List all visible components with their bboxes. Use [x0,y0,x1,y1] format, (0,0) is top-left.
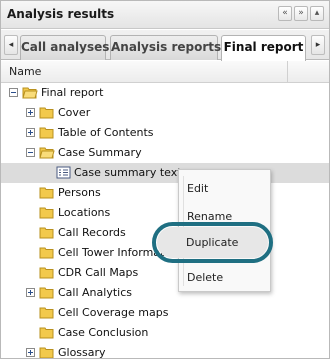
folder-open-icon [39,147,55,159]
tree-item-glossary[interactable]: Glossary [1,343,329,359]
tree-item-final-report[interactable]: Final report [1,83,329,103]
tree-item-label: Glossary [58,346,106,359]
tree-item-cell-coverage-maps[interactable]: Cell Coverage maps [1,303,329,323]
tree-item-locations[interactable]: Locations [1,203,329,223]
collapse-left-button[interactable]: « [278,6,292,21]
folder-icon [39,247,54,259]
tab-label: Analysis reports [111,40,222,54]
tree-item-label: Persons [58,186,101,199]
column-header[interactable]: Name [1,61,329,83]
menu-item-delete[interactable]: Delete [185,267,267,289]
tree-item-label: Table of Contents [58,126,154,139]
panel-header: Analysis results « » ▴ [1,1,329,29]
folder-icon [39,127,54,139]
column-divider[interactable] [287,61,288,83]
tab-strip: ◂ Call analyses Analysis reports Final r… [1,30,329,61]
collapse-icon[interactable] [9,88,18,97]
column-header-name: Name [9,65,42,78]
tree-item-label: Case summary text [74,166,182,179]
tree-item-label: Call Analytics [58,286,132,299]
tab-call-analyses[interactable]: Call analyses [20,35,110,60]
tree-item-case-summary[interactable]: Case Summary [1,143,329,163]
folder-icon [39,207,54,219]
tree-item-label: Call Records [58,226,126,239]
folder-icon [39,187,54,199]
tab-label: Final report [223,40,304,54]
panel-title: Analysis results [7,7,115,21]
tree-item-table-of-contents[interactable]: Table of Contents [1,123,329,143]
folder-icon [39,267,54,279]
expand-icon[interactable] [26,108,35,117]
tree-item-label: Case Summary [58,146,142,159]
collapse-right-button[interactable]: » [294,6,308,21]
tab-final-report[interactable]: Final report [221,35,306,61]
menu-item-label: Edit [187,182,209,195]
tree-item-case-summary-text[interactable]: Case summary text [1,163,329,183]
tree-item-cover[interactable]: Cover [1,103,329,123]
expand-icon[interactable] [26,288,35,297]
collapse-up-button[interactable]: ▴ [310,6,324,21]
tree-item-label: Final report [41,86,104,99]
highlight-ring [152,222,273,263]
tree-item-label: Cell Coverage maps [58,306,169,319]
tab-analysis-reports[interactable]: Analysis reports [110,35,222,60]
tree-item-label: Cover [58,106,91,119]
menu-item-edit[interactable]: Edit [185,178,267,200]
tree-item-label: CDR Call Maps [58,266,139,279]
tree-item-label: Locations [58,206,111,219]
tree-item-cdr-call-maps[interactable]: CDR Call Maps [1,263,329,283]
text-document-icon [56,166,71,179]
folder-icon [39,307,54,319]
folder-icon [39,107,54,119]
folder-icon [39,347,54,358]
tab-scroll-right-button[interactable]: ▸ [311,35,325,55]
expand-icon[interactable] [26,348,35,357]
collapse-icon[interactable] [26,148,35,157]
tab-scroll-left-button[interactable]: ◂ [4,35,18,55]
tree-item-case-conclusion[interactable]: Case Conclusion [1,323,329,343]
tree-item-call-analytics[interactable]: Call Analytics [1,283,329,303]
analysis-results-panel: Analysis results « » ▴ ◂ Call analyses A… [0,0,330,359]
tree-item-label: Case Conclusion [58,326,149,339]
menu-item-label: Delete [187,271,224,284]
expand-icon[interactable] [26,128,35,137]
folder-icon [39,227,54,239]
folder-open-icon [22,87,38,99]
folder-icon [39,327,54,339]
tab-label: Call analyses [21,40,110,54]
folder-icon [39,287,54,299]
tree-item-persons[interactable]: Persons [1,183,329,203]
